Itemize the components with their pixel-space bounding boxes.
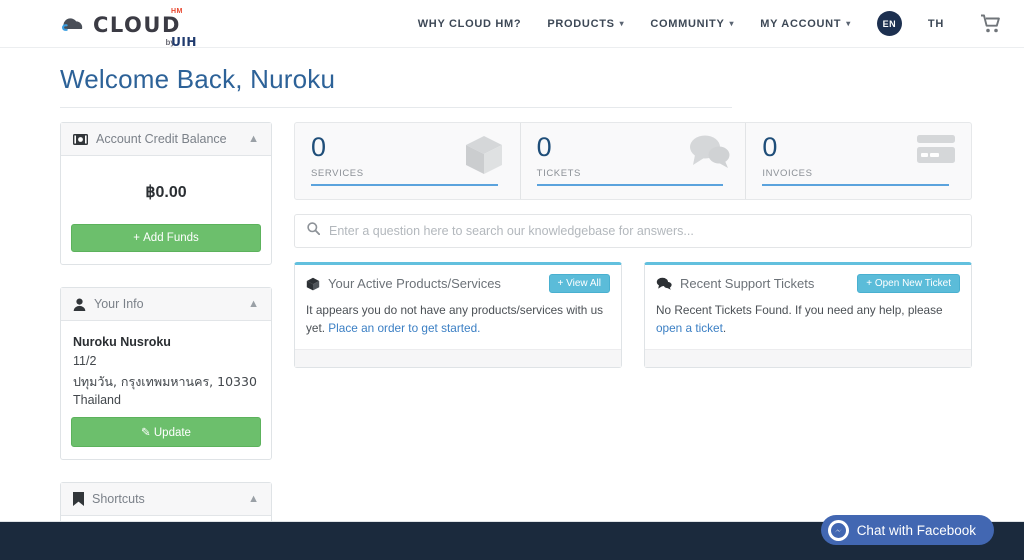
stat-card-tickets[interactable]: 0 TICKETS bbox=[521, 123, 747, 199]
box-icon bbox=[306, 277, 320, 291]
open-a-ticket-link[interactable]: open a ticket bbox=[656, 321, 723, 335]
info-card-header[interactable]: Your Info ▲ bbox=[61, 288, 271, 321]
account-name: Nuroku Nusroku bbox=[73, 333, 259, 352]
dashboard-panels: Your Active Products/Services + View All… bbox=[294, 262, 972, 368]
tickets-empty-text: No Recent Tickets Found. If you need any… bbox=[656, 303, 943, 317]
stat-underline bbox=[537, 184, 724, 186]
tickets-panel-header: Recent Support Tickets + Open New Ticket bbox=[645, 265, 971, 299]
box-icon bbox=[462, 133, 506, 182]
nav-item-my-account[interactable]: MY ACCOUNT ▾ bbox=[760, 18, 851, 30]
info-card-title: Your Info bbox=[94, 297, 144, 311]
language-toggle-en[interactable]: EN bbox=[877, 11, 902, 36]
chevron-down-icon: ▾ bbox=[620, 19, 625, 28]
products-panel-header: Your Active Products/Services + View All bbox=[295, 265, 621, 299]
update-label: Update bbox=[154, 427, 191, 439]
tickets-panel-title: Recent Support Tickets bbox=[680, 276, 814, 291]
address-line-2: ปทุมวัน, กรุงเทพมหานคร, 10330 bbox=[73, 372, 259, 391]
nav-item-why-cloud-hm[interactable]: WHY CLOUD HM? bbox=[418, 18, 522, 30]
tickets-panel-title-group: Recent Support Tickets bbox=[656, 276, 814, 291]
chat-bubbles-icon bbox=[687, 133, 731, 174]
tickets-panel-footer bbox=[645, 349, 971, 367]
language-toggle-th[interactable]: TH bbox=[928, 18, 944, 30]
nav-label: COMMUNITY bbox=[650, 18, 724, 30]
add-funds-button[interactable]: + Add Funds bbox=[71, 224, 261, 252]
open-new-ticket-button[interactable]: + Open New Ticket bbox=[857, 274, 960, 293]
balance-card-header[interactable]: Account Credit Balance ▲ bbox=[61, 123, 271, 156]
logo-hm-mark: HM bbox=[171, 8, 183, 15]
place-an-order-link[interactable]: Place an order to get started. bbox=[328, 321, 480, 335]
balance-card-footer: + Add Funds bbox=[61, 224, 271, 264]
chevron-up-icon[interactable]: ▲ bbox=[248, 133, 259, 145]
money-bill-icon bbox=[73, 134, 88, 145]
info-card-footer: ✎ Update bbox=[61, 417, 271, 459]
logo-uih-mark: UIH bbox=[171, 35, 197, 49]
nav-label: MY ACCOUNT bbox=[760, 18, 841, 30]
update-button[interactable]: ✎ Update bbox=[71, 417, 261, 447]
tickets-empty-tail: . bbox=[723, 321, 726, 335]
plus-icon: + bbox=[866, 278, 875, 289]
plus-icon: + bbox=[558, 278, 567, 289]
tickets-panel-body: No Recent Tickets Found. If you need any… bbox=[645, 299, 971, 349]
sidebar: Account Credit Balance ▲ ฿0.00 + Add Fun… bbox=[60, 122, 272, 560]
nav-item-products[interactable]: PRODUCTS ▾ bbox=[547, 18, 624, 30]
cloud-logo-icon bbox=[60, 15, 90, 35]
chevron-up-icon[interactable]: ▲ bbox=[248, 298, 259, 310]
pencil-icon: ✎ bbox=[141, 427, 154, 439]
facebook-chat-widget[interactable]: Chat with Facebook bbox=[821, 515, 994, 545]
products-panel-title-group: Your Active Products/Services bbox=[306, 276, 501, 291]
chevron-up-icon[interactable]: ▲ bbox=[248, 493, 259, 505]
recent-tickets-panel: Recent Support Tickets + Open New Ticket… bbox=[644, 262, 972, 368]
your-info-card: Your Info ▲ Nuroku Nusroku 11/2 ปทุมวัน,… bbox=[60, 287, 272, 460]
messenger-icon bbox=[828, 520, 849, 541]
stat-underline bbox=[311, 184, 498, 186]
chat-bubbles-icon bbox=[656, 277, 672, 290]
chevron-down-icon: ▾ bbox=[730, 19, 735, 28]
chevron-down-icon: ▾ bbox=[846, 19, 851, 28]
stat-underline bbox=[762, 184, 949, 186]
knowledgebase-search-bar[interactable] bbox=[294, 214, 972, 248]
stat-card-services[interactable]: 0 SERVICES bbox=[295, 123, 521, 199]
address-line-1: 11/2 bbox=[73, 352, 259, 371]
balance-card-title: Account Credit Balance bbox=[96, 132, 227, 146]
page-header: Welcome Back, Nuroku bbox=[0, 48, 1024, 108]
products-panel-title: Your Active Products/Services bbox=[328, 276, 501, 291]
top-navigation-bar: CLOUD HM by UIH WHY CLOUD HM? PRODUCTS ▾… bbox=[0, 0, 1024, 48]
info-card-body: Nuroku Nusroku 11/2 ปทุมวัน, กรุงเทพมหาน… bbox=[61, 321, 271, 417]
logo-wordmark: CLOUD bbox=[93, 15, 181, 36]
search-input[interactable] bbox=[329, 224, 959, 238]
products-panel-footer bbox=[295, 349, 621, 367]
address-country: Thailand bbox=[73, 391, 259, 410]
credit-card-icon bbox=[915, 133, 957, 174]
bookmark-icon bbox=[73, 492, 84, 506]
nav-label: WHY CLOUD HM? bbox=[418, 18, 522, 30]
account-credit-balance-card: Account Credit Balance ▲ ฿0.00 + Add Fun… bbox=[60, 122, 272, 265]
main-column: 0 SERVICES 0 TICKETS bbox=[294, 122, 972, 368]
shopping-cart-icon[interactable] bbox=[980, 14, 1002, 34]
stat-card-invoices[interactable]: 0 INVOICES bbox=[746, 123, 971, 199]
stats-strip: 0 SERVICES 0 TICKETS bbox=[294, 122, 972, 200]
search-icon bbox=[307, 222, 320, 240]
page-title: Welcome Back, Nuroku bbox=[60, 64, 964, 107]
open-new-ticket-label: Open New Ticket bbox=[875, 278, 951, 289]
site-logo[interactable]: CLOUD HM by UIH bbox=[60, 11, 181, 36]
products-panel-body: It appears you do not have any products/… bbox=[295, 299, 621, 349]
view-all-button[interactable]: + View All bbox=[549, 274, 610, 293]
add-funds-label: Add Funds bbox=[143, 232, 199, 244]
shortcuts-card-title: Shortcuts bbox=[92, 492, 145, 506]
nav-label: PRODUCTS bbox=[547, 18, 614, 30]
balance-amount: ฿0.00 bbox=[61, 156, 271, 224]
page-content: Account Credit Balance ▲ ฿0.00 + Add Fun… bbox=[0, 108, 1024, 560]
nav-item-community[interactable]: COMMUNITY ▾ bbox=[650, 18, 734, 30]
facebook-chat-label: Chat with Facebook bbox=[857, 523, 976, 538]
user-icon bbox=[73, 298, 86, 311]
active-products-panel: Your Active Products/Services + View All… bbox=[294, 262, 622, 368]
shortcuts-card-header[interactable]: Shortcuts ▲ bbox=[61, 483, 271, 516]
plus-icon: + bbox=[133, 232, 143, 244]
view-all-label: View All bbox=[566, 278, 601, 289]
main-nav: WHY CLOUD HM? PRODUCTS ▾ COMMUNITY ▾ MY … bbox=[418, 11, 1002, 36]
